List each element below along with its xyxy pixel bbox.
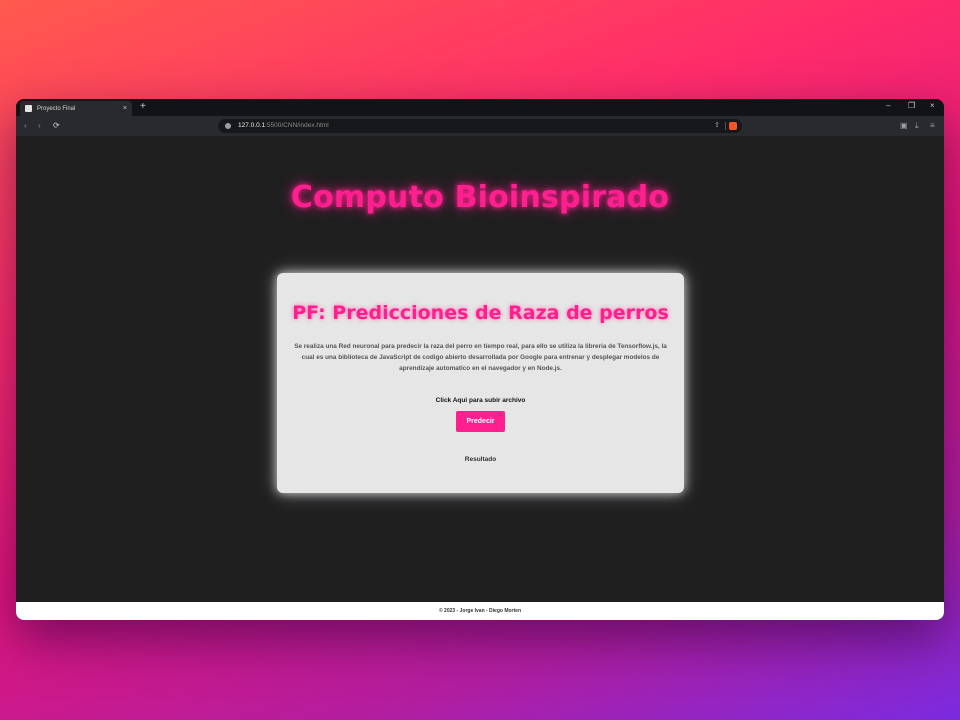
url-host: 127.0.0.1 [238, 122, 266, 129]
share-icon[interactable]: ⇪ [714, 121, 720, 129]
address-divider [725, 122, 726, 130]
new-tab-button[interactable]: + [140, 102, 146, 112]
url-path: :5500/CNN/index.html [265, 122, 329, 129]
prediction-card: PF: Predicciones de Raza de perros Se re… [277, 273, 684, 493]
predict-button[interactable]: Predecir [456, 411, 505, 432]
tab-title: Proyecto Final [37, 105, 76, 112]
card-title: PF: Predicciones de Raza de perros [292, 302, 669, 324]
extensions-icon[interactable]: ▣ [900, 121, 908, 130]
site-info-icon[interactable] [225, 123, 231, 129]
minimize-button[interactable]: – [886, 101, 890, 110]
upload-file-link[interactable]: Click Aqui para subir archivo [277, 397, 684, 404]
result-label: Resultado [464, 456, 497, 463]
address-bar[interactable]: 127.0.0.1:5500/CNN/index.html ⇪ [218, 119, 742, 133]
card-description: Se realiza una Red neuronal para predeci… [294, 343, 667, 372]
brave-lion-icon[interactable] [729, 122, 737, 130]
forward-button[interactable]: › [38, 121, 41, 130]
tab-bar: Proyecto Final × + – ❐ × [16, 99, 944, 116]
downloads-icon[interactable]: ⤓ [915, 121, 919, 131]
page-title: Computo Bioinspirado [290, 180, 670, 215]
browser-window: Proyecto Final × + – ❐ × ‹ › ⟳ 127.0.0.1… [16, 99, 944, 620]
tab-proyecto-final[interactable]: Proyecto Final × [20, 101, 132, 116]
page-footer: © 2023 - Jorge Ivan - Diego Morten [16, 602, 944, 620]
close-tab-icon[interactable]: × [123, 105, 127, 112]
shield-icon [25, 105, 32, 112]
page-viewport: Computo Bioinspirado PF: Predicciones de… [16, 136, 944, 602]
url-text: 127.0.0.1:5500/CNN/index.html [238, 122, 329, 129]
close-window-button[interactable]: × [930, 101, 935, 110]
browser-toolbar: ‹ › ⟳ 127.0.0.1:5500/CNN/index.html ⇪ ▣ … [16, 116, 944, 136]
menu-icon[interactable]: ≡ [930, 121, 935, 130]
restore-button[interactable]: ❐ [908, 101, 915, 110]
reload-button[interactable]: ⟳ [53, 121, 60, 130]
back-button[interactable]: ‹ [24, 121, 27, 130]
